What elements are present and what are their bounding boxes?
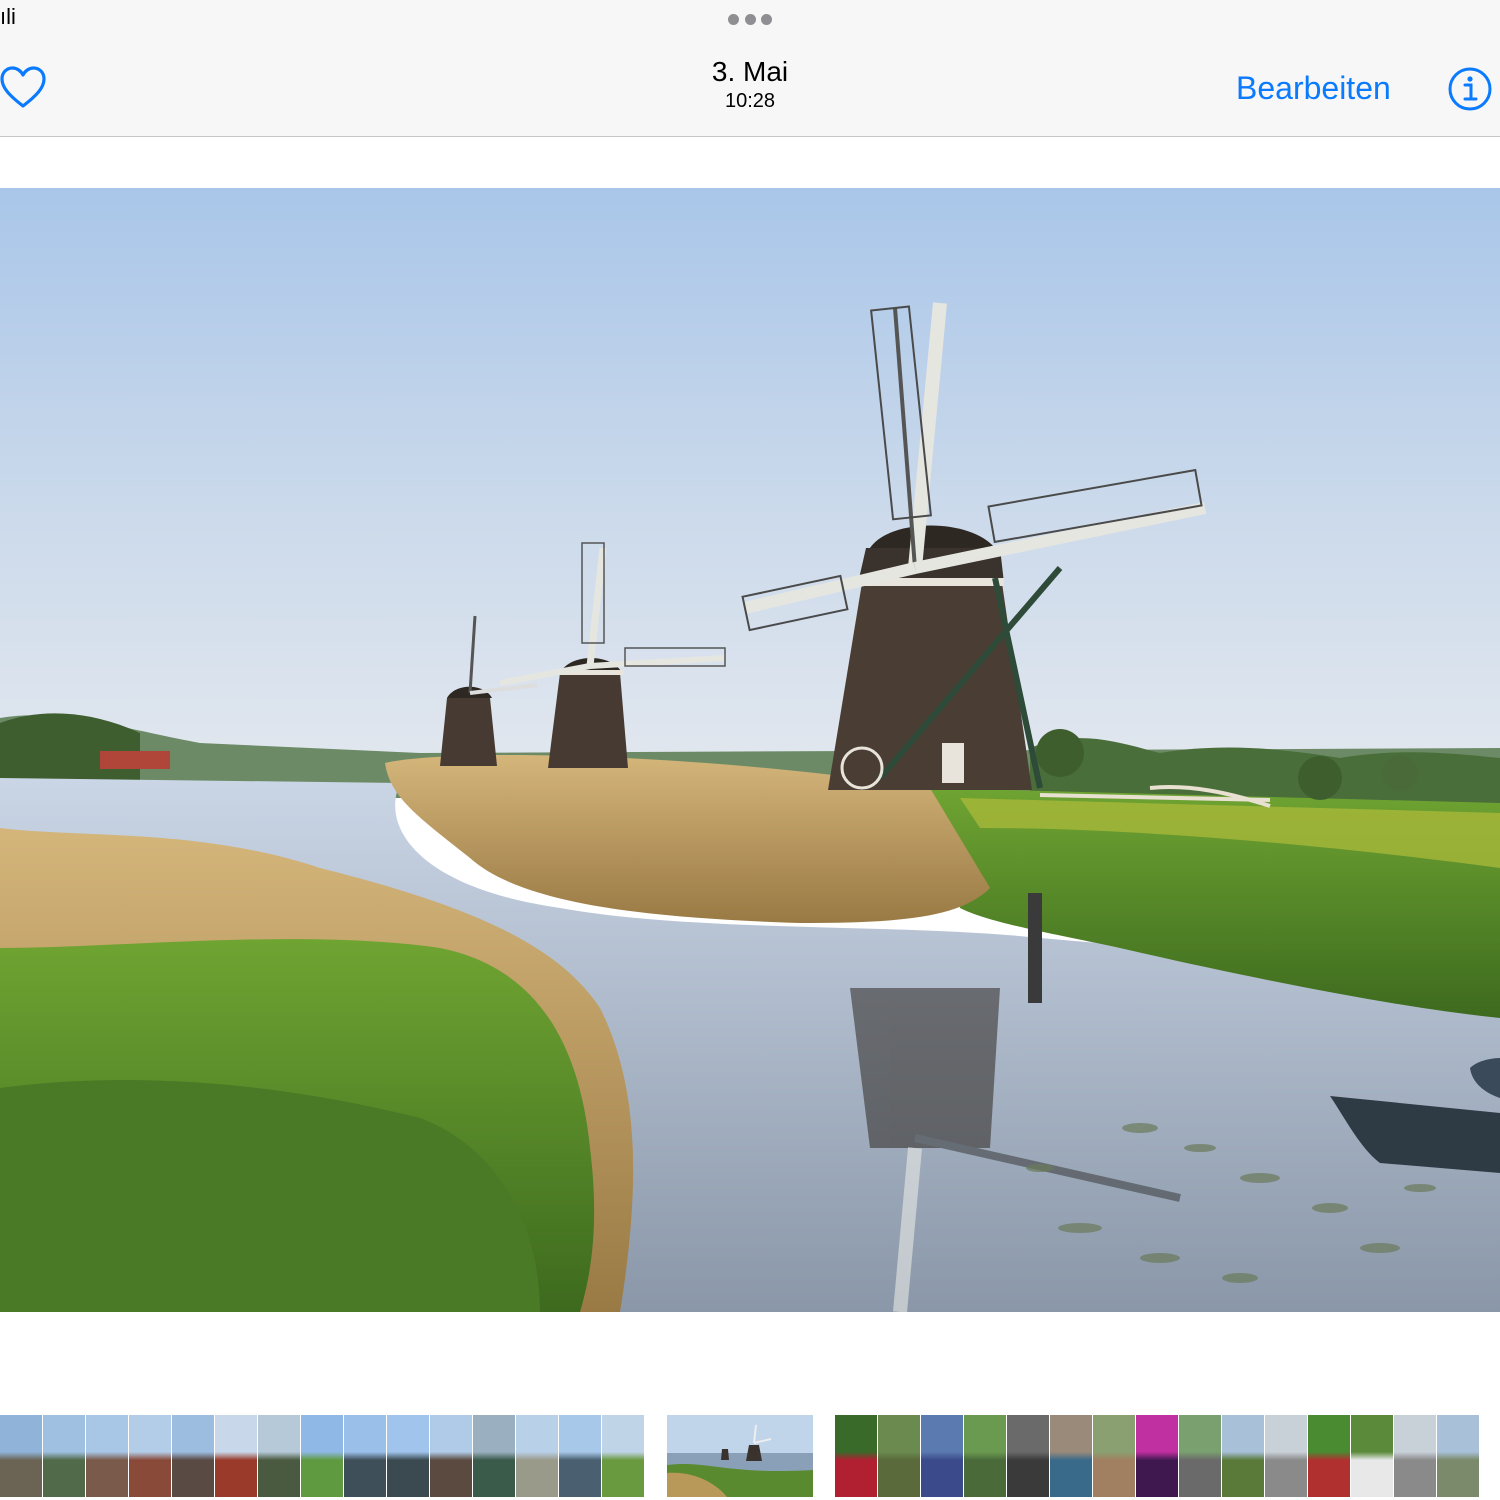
edit-button[interactable]: Bearbeiten (1236, 68, 1391, 108)
navigation-bar: ıli 3. Mai 10:28 Bearbeiten (0, 0, 1500, 137)
thumbnail[interactable] (172, 1415, 214, 1497)
thumbnail[interactable] (559, 1415, 601, 1497)
thumbnail[interactable] (878, 1415, 920, 1497)
windmill-landscape-image (0, 188, 1500, 1312)
info-button[interactable] (1447, 66, 1493, 112)
thumbnail[interactable] (258, 1415, 300, 1497)
windmill-thumbnail-image (667, 1415, 813, 1497)
dot (728, 13, 739, 25)
thumbnail[interactable] (215, 1415, 257, 1497)
thumbnail[interactable] (835, 1415, 877, 1497)
thumbnail[interactable] (1222, 1415, 1264, 1497)
thumbnail[interactable] (1007, 1415, 1049, 1497)
photo-time: 10:28 (724, 90, 776, 112)
thumbnail[interactable] (1136, 1415, 1178, 1497)
thumbnail[interactable] (344, 1415, 386, 1497)
thumbnail[interactable] (516, 1415, 558, 1497)
dot (761, 13, 772, 25)
thumbnail[interactable] (473, 1415, 515, 1497)
thumbnail[interactable] (86, 1415, 128, 1497)
thumbnail[interactable] (129, 1415, 171, 1497)
dot (744, 13, 756, 25)
photo-date: 3. Mai (711, 56, 789, 87)
thumbnail[interactable] (43, 1415, 85, 1497)
thumbnail[interactable] (1437, 1415, 1479, 1497)
status-bar-signal: ıli (0, 4, 16, 29)
thumbnail[interactable] (964, 1415, 1006, 1497)
thumbnail[interactable] (921, 1415, 963, 1497)
thumbnail[interactable] (1308, 1415, 1350, 1497)
more-dots-icon[interactable] (728, 13, 772, 25)
info-icon (1448, 67, 1492, 111)
thumbnail[interactable] (430, 1415, 472, 1497)
thumbnail[interactable] (1394, 1415, 1436, 1497)
thumbnail[interactable] (1179, 1415, 1221, 1497)
thumbnail[interactable] (301, 1415, 343, 1497)
thumbnail[interactable] (1351, 1415, 1393, 1497)
thumbnail-current[interactable] (667, 1415, 813, 1497)
thumbnail[interactable] (387, 1415, 429, 1497)
thumbnail[interactable] (1093, 1415, 1135, 1497)
thumbnail[interactable] (0, 1415, 42, 1497)
photo-title: 3. Mai 10:28 (600, 56, 900, 114)
thumbnail-filmstrip[interactable] (0, 1415, 1500, 1497)
thumbnail[interactable] (1050, 1415, 1092, 1497)
heart-icon (0, 66, 46, 108)
favorite-button[interactable] (0, 66, 46, 110)
thumbnail[interactable] (602, 1415, 644, 1497)
main-photo[interactable] (0, 188, 1500, 1312)
thumbnail[interactable] (1265, 1415, 1307, 1497)
